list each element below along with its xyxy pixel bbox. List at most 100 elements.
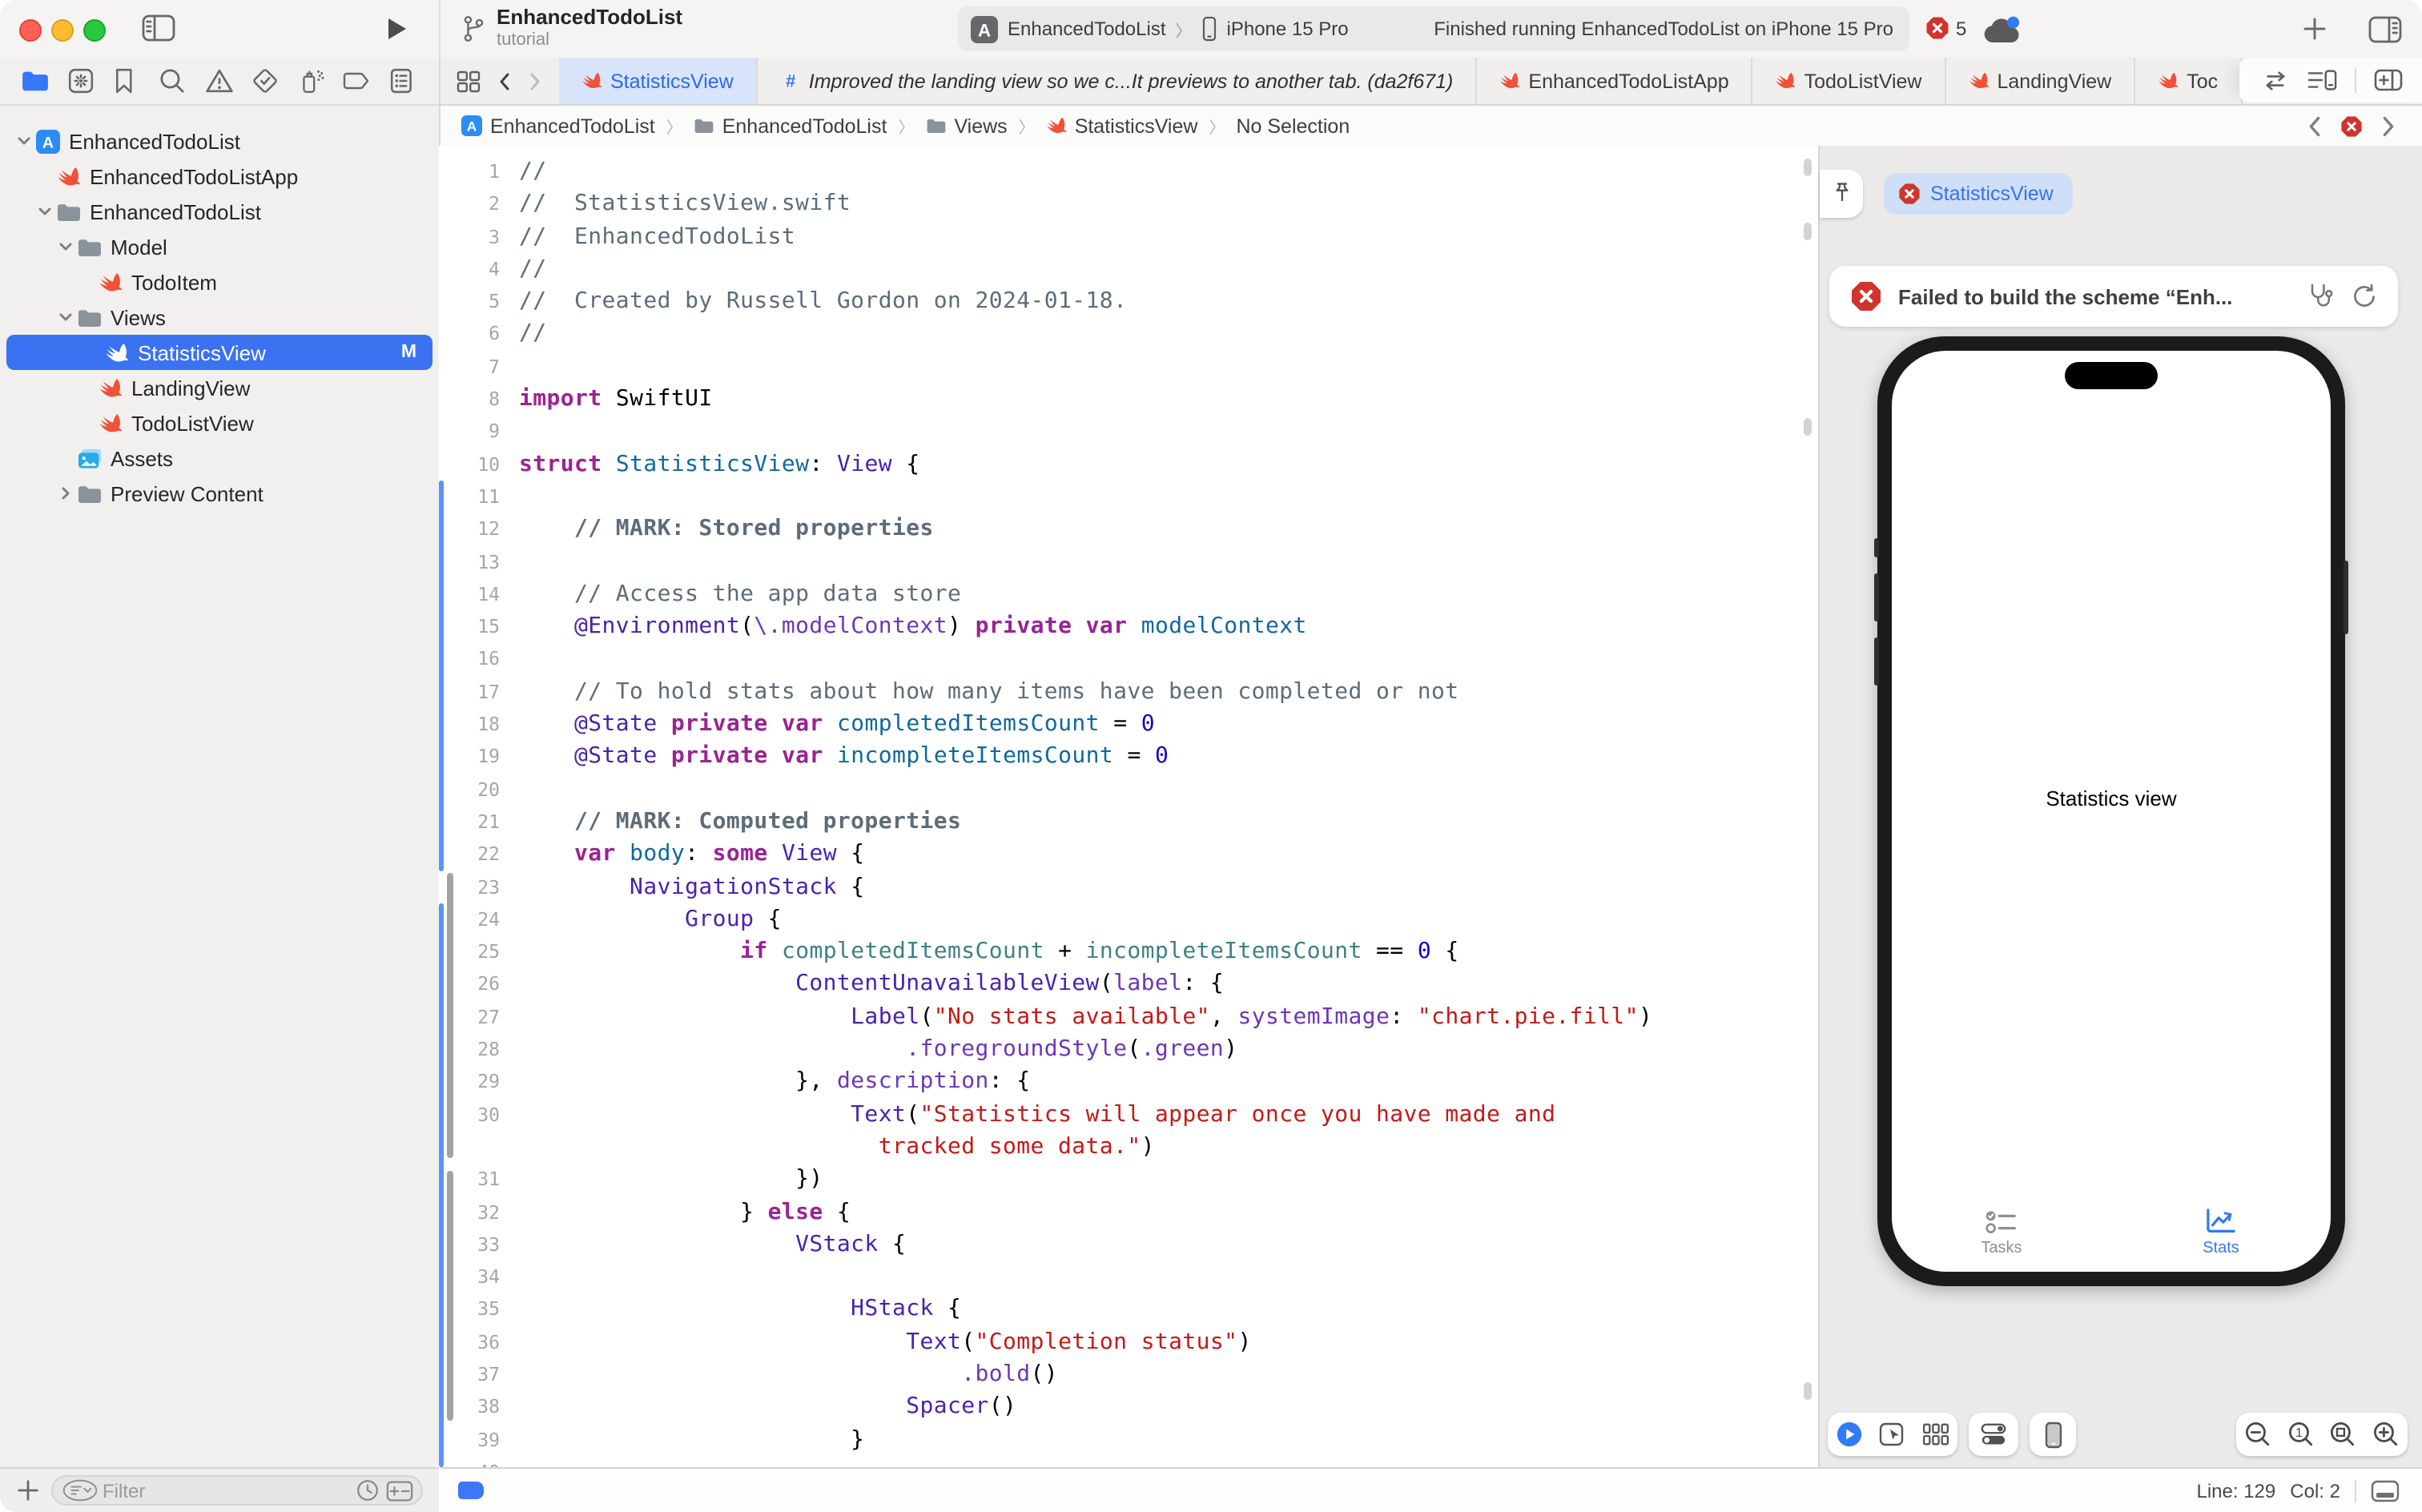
line-number[interactable]: 30 [439, 1098, 519, 1131]
sidebar-item-TodoListView[interactable]: TodoListView [0, 405, 439, 440]
pin-preview-button[interactable] [1820, 170, 1863, 218]
code-line[interactable]: 39 } [439, 1423, 1818, 1456]
sidebar-item-Preview Content[interactable]: Preview Content [0, 476, 439, 511]
debug-navigator-icon[interactable] [297, 67, 326, 94]
report-navigator-icon[interactable] [389, 67, 418, 94]
code-line[interactable]: 30 Text("Statistics will appear once you… [439, 1098, 1818, 1131]
filter-field[interactable] [51, 1475, 423, 1506]
code-line[interactable]: 9 [439, 416, 1818, 448]
code-line[interactable]: 32 } else { [439, 1196, 1818, 1228]
go-back-icon[interactable] [498, 71, 511, 90]
swap-editor-icon[interactable] [2262, 70, 2289, 90]
line-number[interactable]: 4 [439, 253, 519, 286]
add-editor-icon[interactable] [2374, 69, 2403, 91]
scheme-name[interactable]: EnhancedTodoList [1008, 18, 1166, 40]
recent-files-icon[interactable] [356, 1478, 380, 1502]
line-number[interactable]: 12 [439, 513, 519, 546]
debug-area-toggle-icon[interactable] [2371, 1479, 2400, 1502]
run-button[interactable] [386, 16, 408, 42]
line-number[interactable]: 16 [439, 643, 519, 676]
code-line[interactable]: 36 Text("Completion status") [439, 1325, 1818, 1358]
diagnostics-icon[interactable] [2305, 282, 2336, 311]
add-file-button[interactable] [16, 1478, 40, 1502]
code-editor[interactable]: 1//2// StatisticsView.swift3// EnhancedT… [439, 146, 1818, 1467]
code-line[interactable]: 23 NavigationStack { [439, 871, 1818, 903]
line-number[interactable]: 5 [439, 285, 519, 318]
code-line[interactable]: 27 Label("No stats available", systemIma… [439, 1000, 1818, 1033]
tab-Toc[interactable]: Toc [2135, 58, 2242, 104]
line-number[interactable]: 28 [439, 1033, 519, 1066]
bookmark-navigator-icon[interactable] [113, 67, 142, 94]
line-number[interactable]: 26 [439, 968, 519, 1001]
code-line[interactable]: 34 [439, 1261, 1818, 1293]
preview-variants-button[interactable] [1969, 1413, 2018, 1456]
code-line[interactable]: 20 [439, 773, 1818, 806]
breadcrumb-item-Views[interactable]: Views [925, 115, 1007, 137]
code-line[interactable]: 10struct StatisticsView: View { [439, 448, 1818, 481]
code-line[interactable]: 28 .foregroundStyle(.green) [439, 1033, 1818, 1066]
tab-LandingView[interactable]: LandingView [1946, 58, 2136, 104]
line-number[interactable]: 37 [439, 1358, 519, 1391]
line-number[interactable]: 1 [439, 155, 519, 188]
filter-input[interactable] [99, 1478, 356, 1503]
line-number[interactable]: 29 [439, 1066, 519, 1099]
preview-device-button[interactable] [2030, 1413, 2076, 1456]
zoom-out-icon[interactable] [2244, 1421, 2271, 1448]
code-line[interactable]: 38 Spacer() [439, 1391, 1818, 1424]
test-navigator-icon[interactable] [251, 67, 280, 94]
code-line[interactable]: 18 @State private var completedItemsCoun… [439, 708, 1818, 741]
sidebar-item-Assets[interactable]: Assets [0, 440, 439, 476]
line-number[interactable]: 35 [439, 1293, 519, 1326]
disclosure-open-icon[interactable] [54, 309, 77, 325]
project-navigator-icon[interactable] [21, 67, 50, 94]
code-line[interactable]: 31 }) [439, 1163, 1818, 1196]
line-number[interactable]: 20 [439, 773, 519, 806]
code-line[interactable]: 13 [439, 545, 1818, 578]
line-number[interactable]: 22 [439, 838, 519, 871]
sidebar-item-LandingView[interactable]: LandingView [0, 370, 439, 405]
sidebar-item-EnhancedTodoListApp[interactable]: EnhancedTodoListApp [0, 159, 439, 194]
grid-icon[interactable] [1922, 1421, 1949, 1448]
disclosure-closed-icon[interactable] [54, 485, 77, 501]
find-navigator-icon[interactable] [159, 67, 188, 94]
code-line[interactable]: 11 [439, 481, 1818, 513]
tab-EnhancedTodoListApp[interactable]: EnhancedTodoListApp [1477, 58, 1752, 104]
line-number[interactable]: 25 [439, 935, 519, 968]
line-number[interactable]: 18 [439, 708, 519, 741]
tab-StatisticsView[interactable]: StatisticsView [559, 58, 758, 104]
line-number[interactable]: 39 [439, 1423, 519, 1456]
code-line[interactable]: 12 // MARK: Stored properties [439, 513, 1818, 546]
line-number[interactable]: 38 [439, 1391, 519, 1424]
code-line[interactable]: 5// Created by Russell Gordon on 2024-01… [439, 285, 1818, 318]
disclosure-open-icon[interactable] [54, 239, 77, 255]
line-number[interactable]: 6 [439, 318, 519, 351]
editor-options-icon[interactable] [2307, 69, 2337, 91]
zoom-in-icon[interactable] [2372, 1421, 2400, 1448]
line-number[interactable]: 31 [439, 1163, 519, 1196]
breadcrumb-item-EnhancedTodoList[interactable]: EnhancedTodoList [694, 115, 887, 137]
line-number[interactable]: 14 [439, 578, 519, 611]
code-line[interactable]: 37 .bold() [439, 1358, 1818, 1391]
line-number[interactable]: 9 [439, 416, 519, 448]
disclosure-open-icon[interactable] [13, 133, 35, 149]
preview-play-icon[interactable] [1836, 1421, 1863, 1448]
run-destination[interactable]: iPhone 15 Pro [1227, 18, 1349, 40]
tab-TodoListView[interactable]: TodoListView [1753, 58, 1946, 104]
next-issue-icon[interactable] [2377, 115, 2400, 137]
preview-tab-chip[interactable]: StatisticsView [1884, 173, 2073, 215]
previous-issue-icon[interactable] [2303, 115, 2326, 137]
zoom-actual-icon[interactable]: 1 [2287, 1421, 2314, 1448]
line-number[interactable]: 32 [439, 1196, 519, 1228]
line-number[interactable]: 23 [439, 871, 519, 903]
line-number[interactable]: 17 [439, 676, 519, 709]
sidebar-item-StatisticsView[interactable]: StatisticsViewM [6, 335, 432, 370]
code-line[interactable]: 4// [439, 253, 1818, 286]
cloud-sync-icon[interactable] [1981, 14, 2022, 45]
line-number[interactable]: 19 [439, 741, 519, 774]
issue-navigator-icon[interactable] [205, 67, 234, 94]
sidebar-item-TodoItem[interactable]: TodoItem [0, 264, 439, 300]
code-line[interactable]: 21 // MARK: Computed properties [439, 806, 1818, 838]
code-line[interactable]: 2// StatisticsView.swift [439, 188, 1818, 221]
sidebar-item-EnhancedTodoList[interactable]: AEnhancedTodoList [0, 123, 439, 159]
code-line[interactable]: 15 @Environment(\.modelContext) private … [439, 610, 1818, 643]
